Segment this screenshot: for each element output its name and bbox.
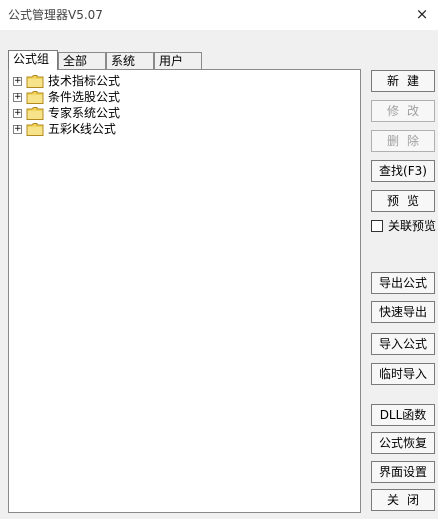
formula-tree[interactable]: + 技术指标公式 + 条件选股公式 + 专家系统公式 + 五彩K线公式 — [8, 69, 361, 513]
folder-icon — [26, 123, 44, 136]
expand-plus-icon[interactable]: + — [13, 125, 22, 134]
dll-function-button[interactable]: DLL函数 — [371, 404, 435, 426]
preview-button[interactable]: 预览 — [371, 190, 435, 212]
title-bar: 公式管理器V5.07 × — [0, 0, 438, 30]
tree-item-label: 技术指标公式 — [48, 74, 121, 88]
close-button[interactable]: 关闭 — [371, 489, 435, 511]
edit-button[interactable]: 修改 — [371, 100, 435, 122]
expand-plus-icon[interactable]: + — [13, 77, 22, 86]
tab-user[interactable]: 用户 — [154, 52, 202, 69]
export-formula-button[interactable]: 导出公式 — [371, 272, 435, 294]
tab-all[interactable]: 全部 — [58, 52, 106, 69]
find-button[interactable]: 查找(F3) — [371, 160, 435, 182]
window-title: 公式管理器V5.07 — [8, 8, 103, 22]
new-button[interactable]: 新建 — [371, 70, 435, 92]
tree-item-label: 条件选股公式 — [48, 90, 121, 104]
folder-icon — [26, 91, 44, 104]
tree-item-label: 五彩K线公式 — [48, 122, 116, 136]
expand-plus-icon[interactable]: + — [13, 93, 22, 102]
link-preview-label: 关联预览 — [388, 219, 437, 233]
restore-formula-button[interactable]: 公式恢复 — [371, 432, 435, 454]
import-formula-button[interactable]: 导入公式 — [371, 333, 435, 355]
tab-system[interactable]: 系统 — [106, 52, 154, 69]
folder-icon — [26, 107, 44, 120]
link-preview-checkbox[interactable] — [371, 220, 383, 232]
folder-icon — [26, 75, 44, 88]
expand-plus-icon[interactable]: + — [13, 109, 22, 118]
delete-button[interactable]: 删除 — [371, 130, 435, 152]
temp-import-button[interactable]: 临时导入 — [371, 363, 435, 385]
close-icon[interactable]: × — [412, 4, 432, 24]
quick-export-button[interactable]: 快速导出 — [371, 301, 435, 323]
tree-item-label: 专家系统公式 — [48, 106, 121, 120]
ui-settings-button[interactable]: 界面设置 — [371, 461, 435, 483]
tab-formula-group[interactable]: 公式组 — [8, 50, 58, 70]
formula-manager-window: 公式管理器V5.07 × 公式组 全部 系统 用户 + 技术指标公式 + 条件选… — [0, 0, 438, 519]
